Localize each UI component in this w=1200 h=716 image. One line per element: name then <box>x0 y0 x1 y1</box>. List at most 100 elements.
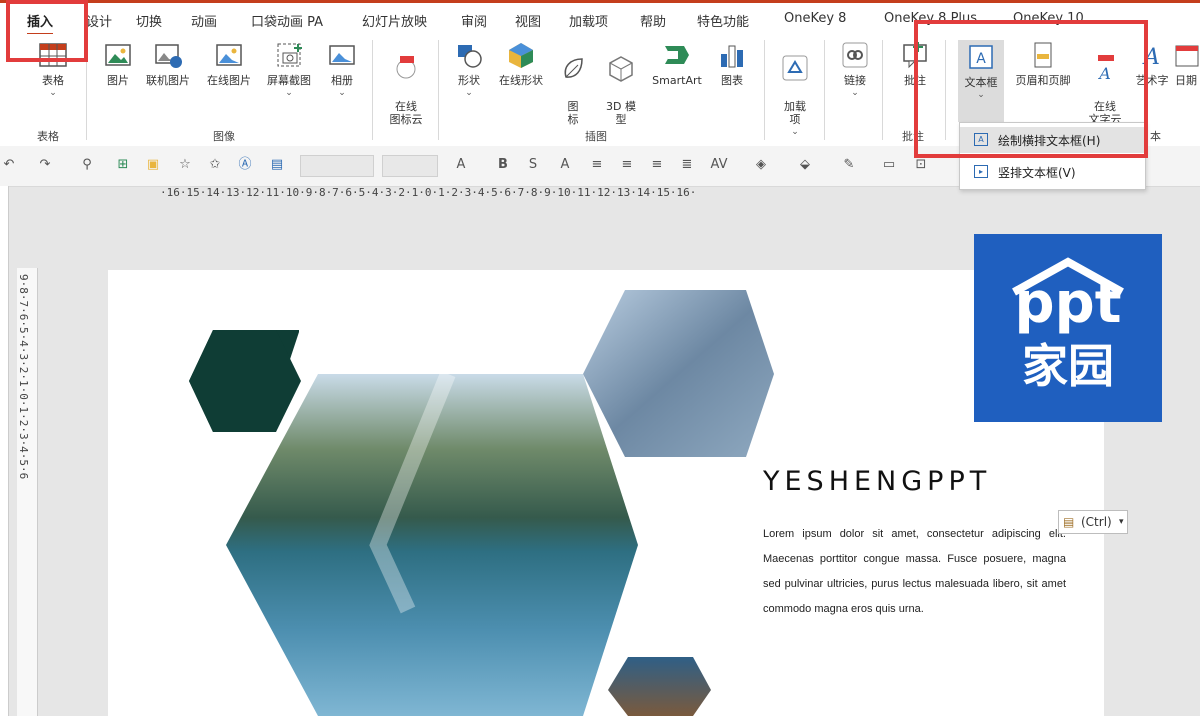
icons-label: 图 标 <box>567 100 579 126</box>
chevron-down-icon: ⌄ <box>791 127 799 137</box>
chevron-down-icon: ⌄ <box>338 88 346 98</box>
date-button[interactable]: 日期 <box>1172 40 1200 87</box>
left-rail <box>0 186 9 716</box>
icon-cloud-icon <box>396 56 416 79</box>
date-label: 日期 <box>1175 74 1197 87</box>
chevron-down-icon: ⌄ <box>851 88 859 98</box>
link-button[interactable]: 链接 ⌄ <box>836 40 874 100</box>
online-picture-button[interactable]: 联机图片 <box>142 40 194 87</box>
tab-slideshow[interactable]: 幻灯片放映 <box>362 11 427 30</box>
slide-title[interactable]: YESHENGPPT <box>763 466 991 497</box>
picture-label: 图片 <box>107 74 129 87</box>
3d-model-button[interactable]: 3D 模 型 <box>598 40 644 126</box>
divider <box>438 40 439 140</box>
paste-options-button[interactable]: ▤ (Ctrl) ▾ <box>1058 510 1128 534</box>
mountain-photo-hexagon[interactable] <box>583 290 774 457</box>
tab-transitions[interactable]: 切换 <box>136 11 162 30</box>
group-label-text: 本 <box>1150 130 1161 143</box>
logo-text-bottom: 家园 <box>1022 339 1114 393</box>
paste-options-label: (Ctrl) <box>1081 515 1112 529</box>
album-button[interactable]: 相册 ⌄ <box>322 40 362 100</box>
font-family-select[interactable] <box>300 155 374 177</box>
tab-animations[interactable]: 动画 <box>191 11 217 30</box>
smartart-button[interactable]: SmartArt <box>646 40 708 87</box>
justify-icon[interactable]: ≣ <box>678 156 696 174</box>
slide-body-text[interactable]: Lorem ipsum dolor sit amet, consectetur … <box>763 522 1066 622</box>
menu-item-vertical-textbox[interactable]: ▸ 竖排文本框(V) <box>960 159 1145 185</box>
link-icon <box>842 42 868 68</box>
online-shape-icon <box>509 43 533 68</box>
slide-icon[interactable]: ▤ <box>268 156 286 174</box>
align-icon[interactable]: ⊞ <box>114 156 132 174</box>
char-spacing-icon[interactable]: AV <box>710 156 728 174</box>
tab-help[interactable]: 帮助 <box>640 11 666 30</box>
align-left-icon[interactable]: ≡ <box>588 156 606 174</box>
tab-onekey8[interactable]: OneKey 8 <box>784 11 846 26</box>
tab-design[interactable]: 设计 <box>86 11 112 30</box>
highlight-box-insert-tab <box>6 0 88 62</box>
increase-font-icon[interactable]: A <box>556 156 574 174</box>
online-shape-button[interactable]: 在线形状 <box>492 40 550 87</box>
screenshot-label: 屏幕截图 <box>267 74 311 87</box>
textbox-small-icon[interactable]: Ⓐ <box>236 156 254 174</box>
star-icon[interactable]: ☆ <box>176 156 194 174</box>
chevron-down-icon: ▾ <box>1119 517 1124 527</box>
table-label: 表格 <box>42 74 64 87</box>
align-right-icon[interactable]: ≡ <box>648 156 666 174</box>
online-image-label: 在线图片 <box>207 74 251 87</box>
icon-cloud-button[interactable]: 在线 图标云 <box>384 40 428 126</box>
chevron-down-icon: ⌄ <box>285 88 293 98</box>
shadow-icon[interactable]: S <box>524 156 542 174</box>
smartart-icon <box>665 46 689 64</box>
bold-icon[interactable]: B <box>494 156 512 174</box>
format-icon[interactable]: ▣ <box>144 156 162 174</box>
divider <box>764 40 765 140</box>
undo-icon[interactable]: ↶ <box>0 156 18 174</box>
redo-icon[interactable]: ↷ <box>36 156 54 174</box>
tab-addins[interactable]: 加载项 <box>569 11 608 30</box>
online-shape-label: 在线形状 <box>499 74 543 87</box>
vertical-textbox-icon: ▸ <box>974 165 988 178</box>
album-icon <box>329 45 355 65</box>
addins-button[interactable]: 加载 项 ⌄ <box>776 40 814 152</box>
boat-photo-hexagon[interactable] <box>608 657 711 716</box>
effects-icon[interactable]: ▭ <box>880 156 898 174</box>
font-color-icon[interactable]: A <box>452 156 470 174</box>
icons-button[interactable]: 图 标 <box>556 40 590 126</box>
menu-item-vertical-label: 竖排文本框(V) <box>998 166 1076 180</box>
online-picture-label: 联机图片 <box>146 74 190 87</box>
shape-fill-icon[interactable]: ◈ <box>752 156 770 174</box>
tab-review[interactable]: 审阅 <box>461 11 487 30</box>
shape-label: 形状 <box>458 74 480 87</box>
font-size-select[interactable] <box>382 155 438 177</box>
pin-icon[interactable]: ⚲ <box>78 156 96 174</box>
icon-cloud-label: 在线 图标云 <box>389 100 423 126</box>
paint-bucket-icon[interactable]: ⬙ <box>796 156 814 174</box>
star-outline-icon[interactable]: ✩ <box>206 156 224 174</box>
slide-canvas[interactable]: YESHENGPPT Lorem ipsum dolor sit amet, c… <box>108 270 1104 716</box>
align-center-icon[interactable]: ≡ <box>618 156 636 174</box>
divider <box>824 40 825 140</box>
arrange-icon[interactable]: ⊡ <box>912 156 930 174</box>
chart-button[interactable]: 图表 <box>714 40 750 87</box>
album-label: 相册 <box>331 74 353 87</box>
group-label-illustrations: 插图 <box>585 130 607 143</box>
chevron-down-icon: ⌄ <box>465 88 473 98</box>
outline-icon[interactable]: ✎ <box>840 156 858 174</box>
chart-icon <box>721 45 743 68</box>
picture-icon <box>105 44 131 66</box>
chart-label: 图表 <box>721 74 743 87</box>
vertical-ruler-ticks: 9·8·7·6·5·4·3·2·1·0·1·2·3·4·5·6 <box>17 274 30 480</box>
screenshot-button[interactable]: 屏幕截图 ⌄ <box>260 40 318 100</box>
picture-button[interactable]: 图片 <box>100 40 136 87</box>
shape-button[interactable]: 形状 ⌄ <box>450 40 488 100</box>
tab-features[interactable]: 特色功能 <box>697 11 749 30</box>
online-image-button[interactable]: 在线图片 <box>200 40 258 87</box>
cube-icon <box>609 56 633 82</box>
date-icon <box>1175 45 1199 67</box>
link-label: 链接 <box>844 74 866 87</box>
tab-pocket-animation[interactable]: 口袋动画 PA <box>251 11 323 30</box>
logo-text-top: ppt <box>1014 271 1122 336</box>
shapes-icon <box>458 45 482 68</box>
tab-view[interactable]: 视图 <box>515 11 541 30</box>
